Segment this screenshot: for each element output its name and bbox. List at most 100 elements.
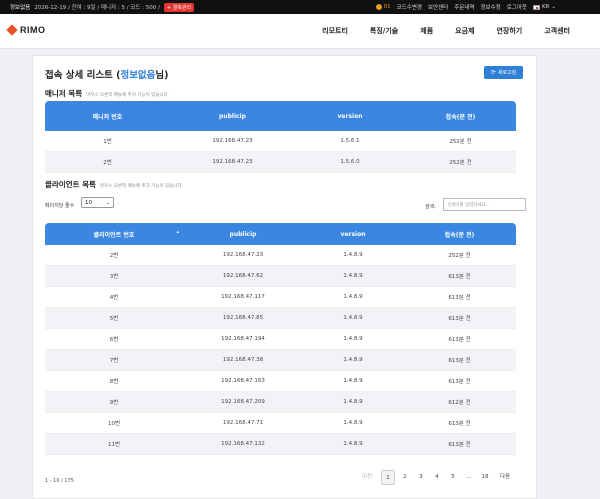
client-table-header: 클라이언트 번호 ▴ publicip version 접속(분 전): [45, 223, 516, 245]
cell-version: 1.4.8.9: [343, 420, 363, 426]
col-version[interactable]: version: [295, 113, 405, 120]
account-info: 2026-12-19 / 잔여 : 9일 / 매니저 : 5 / 코드 : 50…: [34, 5, 160, 11]
cell-no: 10번: [107, 421, 121, 427]
cell-ip: 192.168.47.194: [221, 336, 265, 342]
cell-access: 252분 전: [449, 160, 472, 166]
per-page-select[interactable]: 10 ⌄: [81, 197, 114, 208]
cell-ip: 192.168.47.163: [221, 378, 265, 384]
cell-ip: 192.168.47.62: [222, 273, 264, 279]
manager-table-header: 매니저 번호 publicip version 접속(분 전): [45, 101, 516, 131]
cell-ip: 192.168.47.132: [221, 441, 265, 447]
pager-prev-button[interactable]: 이전: [361, 470, 373, 485]
refresh-icon: ⟳: [490, 69, 496, 76]
nav-item-features[interactable]: 특징/기술: [370, 26, 398, 36]
per-page-value: 10: [85, 199, 92, 206]
table-row[interactable]: 2번 192.168.47.23 1.4.8.9 252분 전: [45, 245, 516, 266]
title-user: 정보없음: [120, 70, 156, 81]
cell-no: 2번: [103, 160, 112, 166]
cell-ip: 192.168.47.209: [221, 399, 265, 405]
cell-access: 252분 전: [448, 253, 471, 259]
manager-hint: 마우스 오른쪽 메뉴에 추가 기능이 있습니다.: [86, 93, 170, 98]
cell-no: 3번: [109, 274, 119, 280]
manage-button[interactable]: + 결축관리: [163, 2, 195, 12]
nav-item-support[interactable]: 고객센터: [544, 26, 570, 36]
refresh-button[interactable]: ⟳ 새로고침: [484, 66, 523, 79]
pager-page-button[interactable]: 1: [381, 470, 395, 485]
content-card: 접속 상세 리스트 (정보없음님) ⟳ 새로고침 매니저 목록 마우스 오른쪽 메…: [32, 55, 537, 499]
col-publicip[interactable]: publicip: [183, 231, 303, 238]
pager-page-button[interactable]: 5: [447, 470, 459, 485]
table-info: 1 - 10 / 175: [45, 478, 74, 484]
cell-version: 1.4.8.9: [343, 315, 363, 321]
cell-access: 613분 전: [448, 337, 471, 343]
chevron-down-icon: ⌄: [551, 4, 556, 10]
pager-next-button[interactable]: 다음: [499, 470, 511, 485]
logo-text: RIMO: [20, 25, 46, 35]
cell-version: 1.4.8.9: [343, 336, 363, 342]
cell-version: 1.4.8.9: [343, 294, 363, 300]
cell-no: 9번: [109, 400, 119, 406]
cell-ip: 192.168.47.85: [222, 315, 264, 321]
cell-version: 1.5.6.0: [340, 159, 360, 165]
table-row[interactable]: 6번 192.168.47.194 1.4.8.9 613분 전: [45, 329, 516, 350]
pager-page-button[interactable]: 4: [431, 470, 443, 485]
korea-flag-icon: [532, 4, 540, 10]
cell-ip: 192.168.47.23: [212, 159, 253, 165]
pager-ellipsis: ...: [466, 474, 472, 480]
notification-icon[interactable]: [375, 4, 382, 10]
cell-access: 252분 전: [449, 139, 472, 145]
table-row[interactable]: 3번 192.168.47.62 1.4.8.9 613분 전: [45, 266, 516, 287]
nav-item-products[interactable]: 제품: [420, 26, 433, 36]
col-version[interactable]: version: [303, 231, 403, 238]
col-publicip[interactable]: publicip: [170, 113, 295, 120]
topbar-link-logout[interactable]: 로그아웃: [507, 3, 527, 11]
cell-no: 8번: [109, 379, 119, 385]
search-input[interactable]: 검색어를 입력하세요...: [443, 198, 526, 211]
cell-ip: 192.168.47.117: [221, 294, 265, 300]
notification-count: 01: [383, 4, 391, 10]
table-row[interactable]: 5번 192.168.47.85 1.4.8.9 613분 전: [45, 308, 516, 329]
table-row[interactable]: 9번 192.168.47.209 1.4.8.9 612분 전: [45, 392, 516, 413]
topbar-link-code[interactable]: 코드수변경: [397, 3, 422, 11]
topbar-link-profile[interactable]: 정보수정: [480, 3, 500, 11]
table-row[interactable]: 8번 192.168.47.163 1.4.8.9 613분 전: [45, 371, 516, 392]
nav-item-remote[interactable]: 리모트티: [322, 26, 348, 36]
manager-table: 매니저 번호 publicip version 접속(분 전) 1번 192.1…: [45, 101, 516, 173]
manager-title: 매니저 목록: [45, 89, 83, 98]
topbar-link-orders[interactable]: 주문내역: [454, 3, 474, 11]
cell-no: 7번: [109, 358, 119, 364]
main-nav: 리모트티 특징/기술 제품 요금제 연장하기 고객센터: [300, 26, 570, 36]
table-row[interactable]: 10번 192.168.47.71 1.4.8.9 613분 전: [45, 413, 516, 434]
cell-access: 613분 전: [448, 442, 471, 448]
col-access[interactable]: 접속(분 전): [403, 230, 516, 239]
manager-section-title: 매니저 목록 마우스 오른쪽 메뉴에 추가 기능이 있습니다.: [45, 88, 169, 99]
topbar-link-security[interactable]: 보안센터: [428, 3, 448, 11]
nav-item-pricing[interactable]: 요금제: [455, 26, 474, 36]
cell-no: 6번: [109, 337, 119, 343]
cell-no: 2번: [109, 253, 119, 259]
pager-page-button[interactable]: 18: [479, 470, 491, 485]
pager-page-button[interactable]: 3: [415, 470, 427, 485]
language-selector[interactable]: KR ⌄: [532, 4, 556, 10]
cell-access: 613분 전: [448, 421, 471, 427]
table-row[interactable]: 2번 192.168.47.23 1.5.6.0 252분 전: [45, 152, 516, 173]
cell-access: 613분 전: [448, 295, 471, 301]
title-suffix: 님): [155, 70, 169, 81]
table-row[interactable]: 1번 192.168.47.23 1.5.6.1 252분 전: [45, 131, 516, 152]
col-manager-no[interactable]: 매니저 번호: [45, 112, 170, 121]
pager-page-button[interactable]: 2: [399, 470, 411, 485]
logo[interactable]: RIMO: [6, 24, 46, 36]
cell-version: 1.4.8.9: [343, 252, 363, 258]
cell-no: 11번: [107, 442, 121, 448]
cell-ip: 192.168.47.23: [222, 252, 264, 258]
client-table-body: 2번 192.168.47.23 1.4.8.9 252분 전 3번 192.168.47…: [45, 245, 516, 455]
nav-item-extend[interactable]: 연장하기: [496, 26, 522, 36]
table-row[interactable]: 4번 192.168.47.117 1.4.8.9 613분 전: [45, 287, 516, 308]
col-access[interactable]: 접속(분 전): [405, 112, 516, 121]
chevron-down-icon: ⌄: [105, 200, 110, 206]
table-row[interactable]: 7번 192.168.47.38 1.4.8.9 613분 전: [45, 350, 516, 371]
page-title: 접속 상세 리스트 (정보없음님): [45, 67, 169, 81]
col-client-no[interactable]: 클라이언트 번호 ▴: [45, 228, 183, 239]
table-row[interactable]: 11번 192.168.47.132 1.4.8.9 613분 전: [45, 434, 516, 455]
sort-icon: ▴: [176, 228, 179, 235]
